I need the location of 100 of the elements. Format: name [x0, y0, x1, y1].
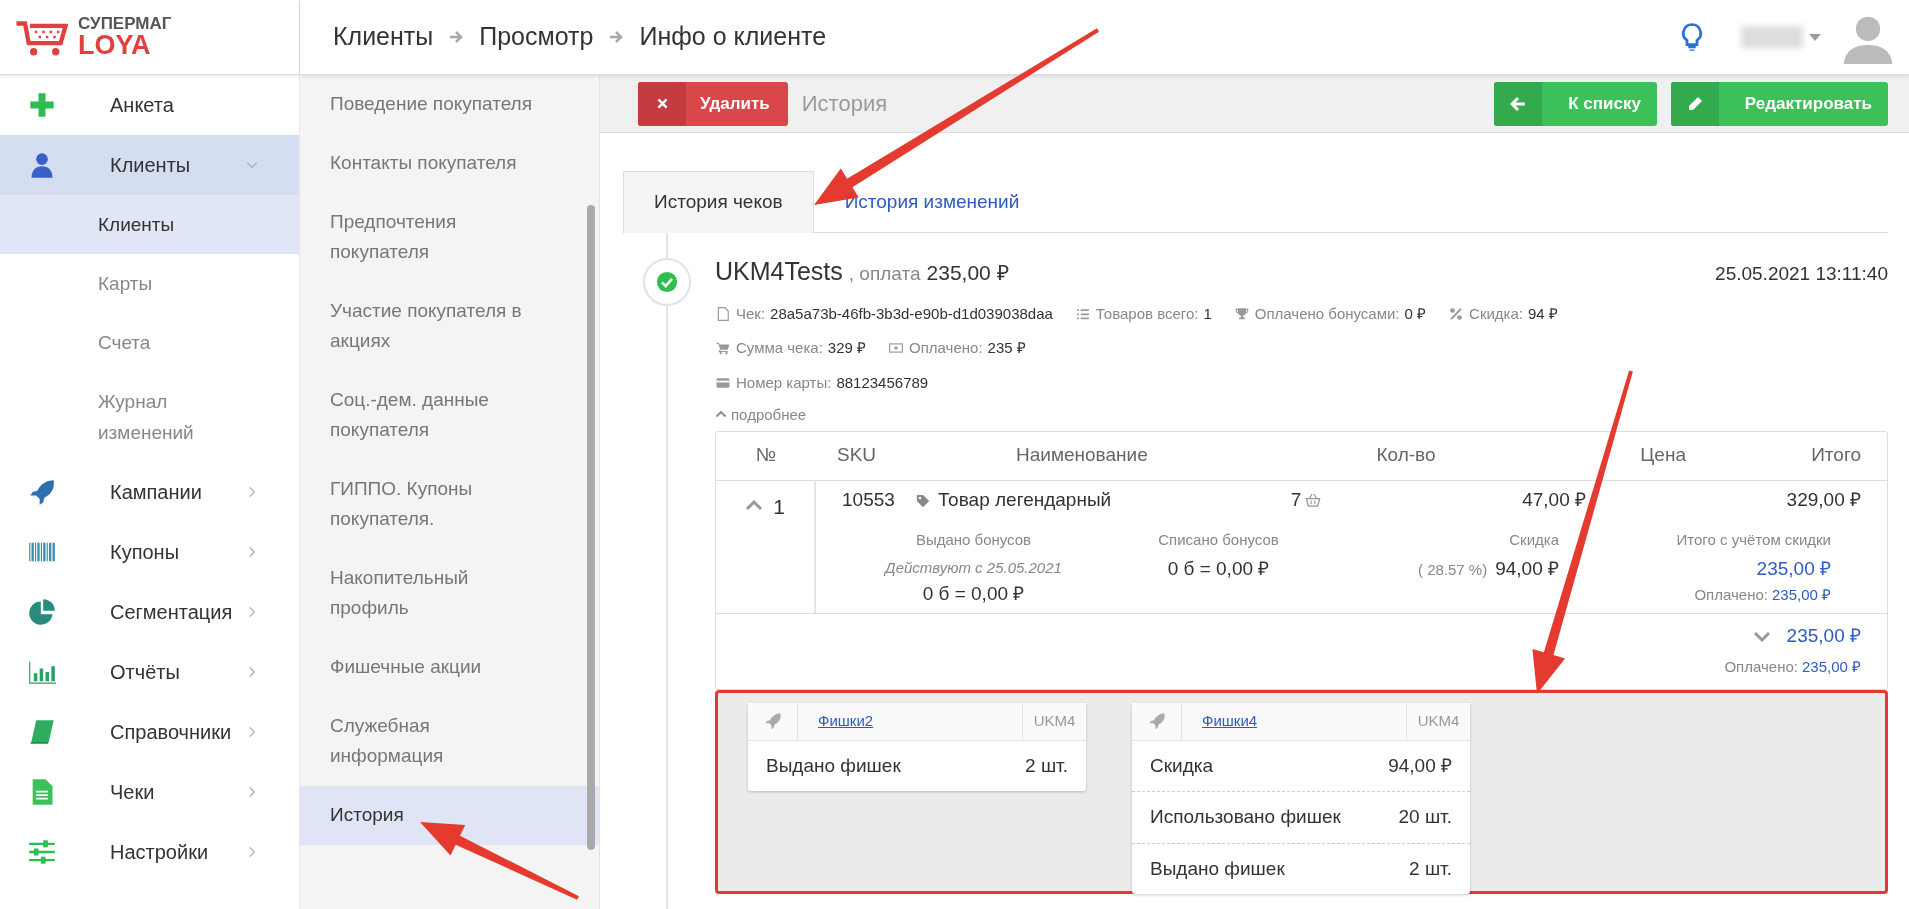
field-label: Чек:	[736, 303, 766, 324]
field-label: Оплачено бонусами:	[1254, 303, 1400, 324]
section-link[interactable]: Служебная информация	[300, 697, 599, 786]
pencil-icon	[1686, 95, 1703, 112]
section-link[interactable]: ГИППО. Купоны покупателя.	[300, 460, 599, 549]
section-link[interactable]: Соц.-дем. данные покупателя	[300, 371, 599, 460]
discount-percent: ( 28.57 %)	[1417, 560, 1488, 580]
arrow-left-icon	[1510, 95, 1527, 112]
section-link[interactable]: Участие покупателя в акциях	[300, 282, 599, 371]
rocket-icon	[1147, 712, 1166, 730]
field-value: 88123456789	[836, 372, 929, 393]
payment-label: , оплата	[848, 262, 921, 286]
table-cell-text: 47,00 ₽	[1522, 488, 1587, 513]
credit-card-icon	[715, 375, 731, 390]
field-value: 20 шт.	[1398, 805, 1452, 829]
sidebar-subitem[interactable]: Журнал изменений	[0, 372, 299, 462]
sidebar-item[interactable]: Купоны	[0, 522, 299, 582]
field-value: 329 ₽	[827, 338, 867, 358]
field-label: Номер карты:	[736, 372, 832, 393]
field-label: Оплачено:	[909, 338, 983, 358]
sidebar-item[interactable]: Настройки	[0, 822, 299, 882]
field-value: 1	[1203, 303, 1212, 324]
field-label: Выдано бонусов	[915, 529, 1032, 550]
delete-button[interactable]: Удалить	[638, 81, 788, 126]
table-cell-text: 10553	[841, 488, 896, 513]
field-label: Скидка:	[1469, 303, 1523, 324]
basket-icon	[1305, 493, 1322, 508]
list-icon	[1074, 306, 1091, 321]
table-cell-text: 7	[1290, 488, 1302, 513]
rocket-icon	[763, 712, 782, 730]
field-label: Скидка	[1509, 529, 1559, 550]
field-value: 2 шт.	[1025, 753, 1068, 778]
total-amount: 235,00 ₽	[1786, 623, 1861, 648]
receipt-datetime: 25.05.2021 13:11:40	[1715, 262, 1888, 286]
scrollbar[interactable]	[587, 205, 595, 850]
column-header: SKU	[836, 443, 877, 468]
promo-link[interactable]: Фишки4	[1182, 702, 1406, 740]
table-cell-text: 329,00 ₽	[1786, 488, 1862, 513]
field-value: 0 б = 0,00 ₽	[1167, 557, 1270, 581]
field-label: Сумма чека:	[736, 338, 823, 358]
field-label: Скидка	[1150, 753, 1214, 778]
field-value: 0 ₽	[1404, 303, 1427, 324]
details-link[interactable]: подробнее	[731, 404, 807, 427]
pie-chart-icon	[28, 598, 56, 626]
breadcrumb: Инфо о клиенте	[639, 21, 827, 53]
trophy-icon	[1233, 306, 1250, 321]
payment-amount: 235,00 ₽	[926, 260, 1009, 286]
field-value: 94 ₽	[1528, 303, 1558, 324]
section-link[interactable]: Фишечные акции	[300, 638, 599, 697]
field-label: Товаров всего:	[1095, 303, 1199, 324]
field-label: Оплачено:	[1694, 584, 1768, 605]
cart-icon	[715, 341, 731, 356]
field-value: 235,00 ₽	[1756, 557, 1831, 581]
store-name: UKM4Tests	[715, 256, 843, 287]
sidebar-item[interactable]: Кампании	[0, 462, 299, 522]
sidebar-item[interactable]: Чеки	[0, 762, 299, 822]
field-value: 2 шт.	[1409, 856, 1452, 881]
field-label: Списано бонусов	[1158, 529, 1279, 550]
field-label: Итого с учётом скидки	[1676, 529, 1831, 550]
section-link[interactable]: Накопительный профиль	[300, 549, 599, 638]
section-link[interactable]: Предпочтения покупателя	[300, 193, 599, 282]
section-link[interactable]: Контакты покупателя	[300, 134, 599, 193]
field-label: Оплачено:	[1724, 657, 1798, 677]
sidebar-subitem[interactable]: Клиенты	[0, 195, 299, 254]
promo-link[interactable]: Фишки2	[798, 702, 1022, 740]
column-header: №	[755, 443, 777, 468]
sidebar-item[interactable]: Отчёты	[0, 642, 299, 702]
section-link[interactable]: История	[300, 786, 599, 845]
brand-name: СУПЕРМАГ	[78, 15, 172, 32]
sidebar-item[interactable]: Клиенты	[0, 135, 299, 195]
plus-icon	[28, 91, 56, 119]
field-label: Использовано фишек	[1150, 805, 1341, 829]
book-icon	[28, 718, 56, 746]
field-value: 28a5a73b-46fb-3b3d-e90b-d1d039038daa	[770, 303, 1053, 324]
breadcrumb[interactable]: Просмотр	[479, 18, 594, 56]
check-icon	[656, 271, 678, 293]
breadcrumb[interactable]: Клиенты	[333, 18, 434, 56]
row-number: 1	[773, 493, 785, 520]
promo-source: UKM4	[1022, 702, 1086, 740]
field-value: 94,00 ₽	[1388, 753, 1452, 778]
section-link[interactable]: Поведение покупателя	[300, 75, 599, 134]
field-value: 0 б = 0,00 ₽	[922, 581, 1025, 606]
percent-icon	[1448, 306, 1465, 321]
sidebar-item[interactable]: Анкета	[0, 75, 299, 135]
tag-icon	[916, 493, 930, 508]
table-cell-text: Товар легендарный	[938, 488, 1112, 513]
column-header: Кол-во	[1376, 443, 1436, 468]
tab[interactable]: История чеков	[623, 171, 814, 233]
close-icon	[655, 97, 669, 110]
sidebar-subitem[interactable]: Счета	[0, 313, 299, 372]
validity-note: Действуют с 25.05.2021	[885, 558, 1062, 578]
field-label: Выдано фишек	[766, 753, 901, 778]
sidebar-subitem[interactable]: Карты	[0, 254, 299, 313]
caret-down-icon	[1809, 33, 1821, 41]
column-header: Цена	[1640, 443, 1687, 468]
promo-source: UKM4	[1406, 702, 1470, 740]
brand-name: LOYA	[78, 32, 152, 59]
sidebar-item[interactable]: Справочники	[0, 702, 299, 762]
sidebar-item[interactable]: Сегментация	[0, 582, 299, 642]
field-value: 235,00 ₽	[1801, 657, 1861, 677]
